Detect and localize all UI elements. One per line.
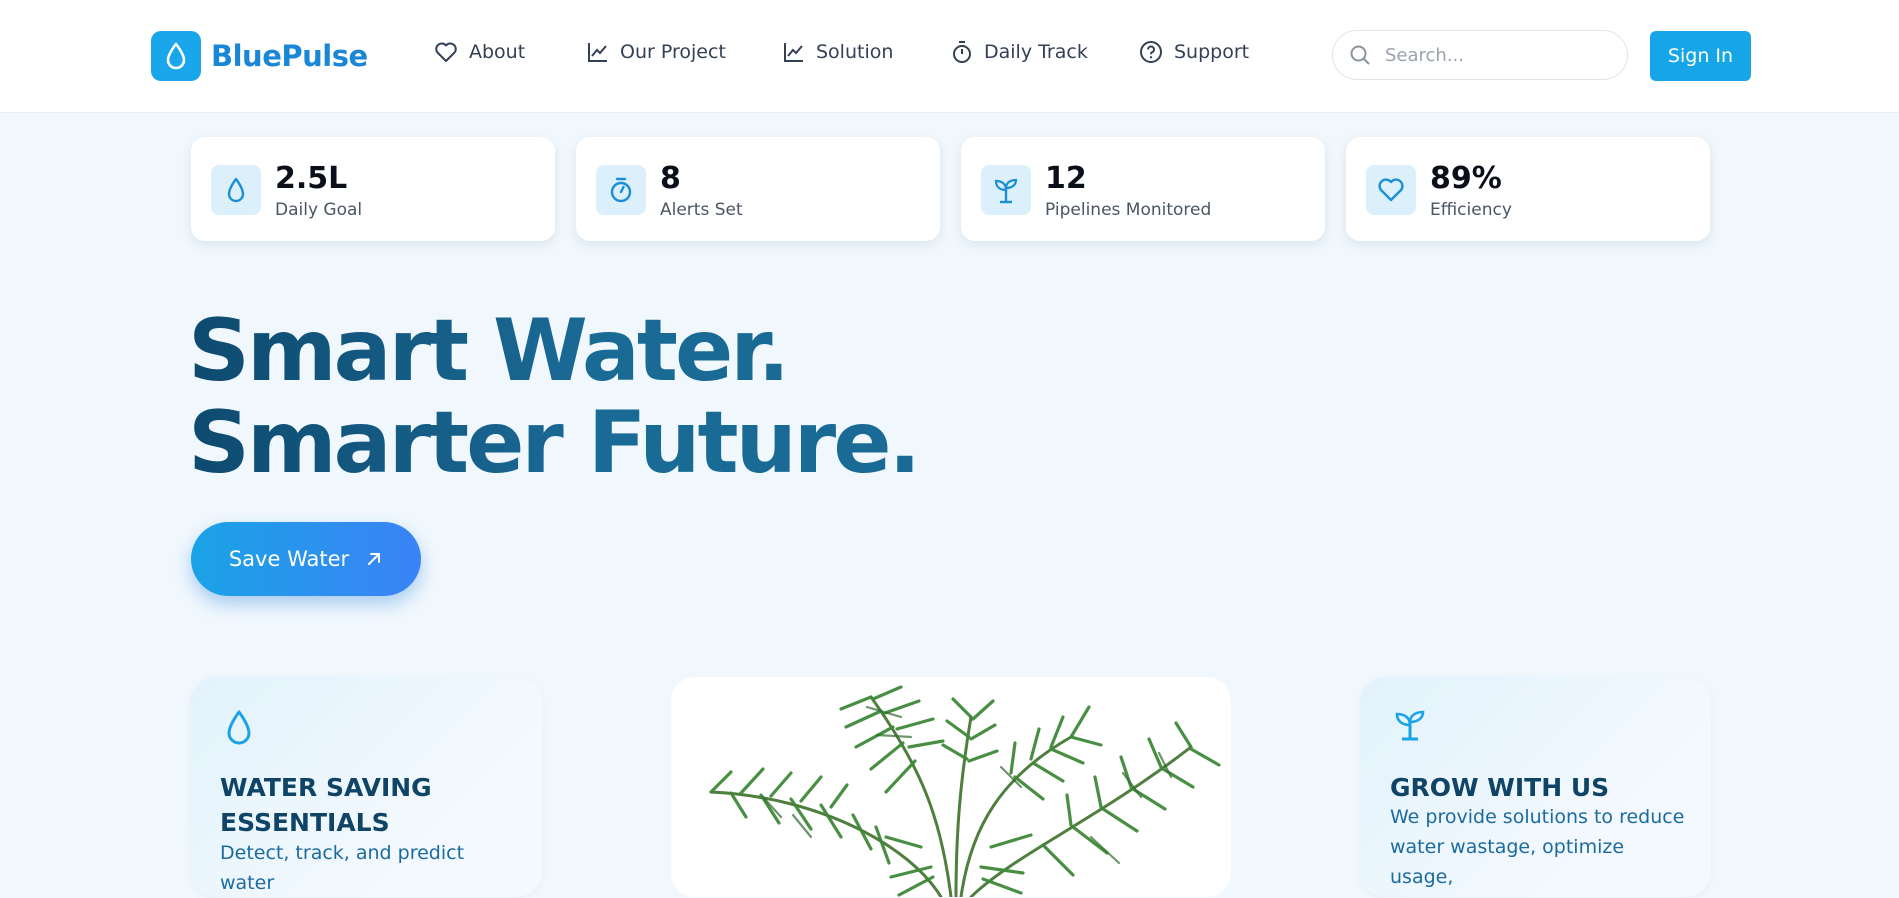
hero-heading-line-1: Smart Water. xyxy=(188,301,788,401)
stat-label: Alerts Set xyxy=(660,200,743,220)
stat-label: Efficiency xyxy=(1430,200,1512,220)
card-grow-with-us: GROW WITH US We provide solutions to red… xyxy=(1360,677,1711,897)
palm-plant-photo xyxy=(671,677,1231,897)
nav-label: Daily Track xyxy=(984,41,1088,63)
sign-in-button[interactable]: Sign In xyxy=(1650,31,1751,81)
card-title: GROW WITH US xyxy=(1390,773,1610,802)
card-text: Detect, track, and predict water xyxy=(220,842,465,894)
card-water-saving: WATER SAVING ESSENTIALS Detect, track, a… xyxy=(190,677,542,897)
card-title: WATER SAVING ESSENTIALS xyxy=(220,770,432,840)
brand-logo[interactable]: BluePulse xyxy=(151,31,368,81)
top-navbar: BluePulse About Our Project Solution Dai… xyxy=(0,0,1899,113)
cta-label: Save Water xyxy=(228,547,350,571)
card-text: We provide solutions to reduce water was… xyxy=(1390,802,1690,892)
stat-value: 8 xyxy=(660,161,681,196)
stopwatch-icon xyxy=(596,165,646,215)
stat-label: Daily Goal xyxy=(275,200,363,220)
card-text-line-2: water wastage, optimize usage, xyxy=(1390,836,1625,888)
nav-label: About xyxy=(469,41,526,63)
card-text-line-1: We provide solutions to reduce xyxy=(1390,806,1685,828)
brand-name: BluePulse xyxy=(211,39,368,73)
stopwatch-icon xyxy=(953,41,971,63)
water-drop-icon xyxy=(151,31,201,81)
stat-card-efficiency: 89% Efficiency xyxy=(1346,137,1710,241)
nav-item-solution[interactable]: Solution xyxy=(783,41,951,63)
nav-label: Solution xyxy=(816,41,894,63)
sprout-icon xyxy=(1395,710,1425,741)
search-box[interactable] xyxy=(1332,30,1628,80)
arrow-up-right-icon xyxy=(368,553,381,565)
stat-card-daily-goal: 2.5L Daily Goal xyxy=(191,137,555,241)
chart-line-icon xyxy=(588,43,607,62)
search-input[interactable] xyxy=(1383,43,1607,67)
nav-menu: About Our Project Solution Daily Track S… xyxy=(434,40,1249,64)
nav-item-daily-track[interactable]: Daily Track xyxy=(951,40,1139,64)
stat-value: 89% xyxy=(1430,161,1502,196)
nav-label: Our Project xyxy=(620,41,726,63)
water-drop-icon xyxy=(211,165,261,215)
water-drop-icon xyxy=(227,710,251,745)
card-title-line-1: WATER SAVING xyxy=(220,773,432,802)
hero-heading-line-2: Smarter Future. xyxy=(188,393,919,493)
chart-line-icon xyxy=(784,43,803,62)
help-circle-icon xyxy=(1140,41,1162,63)
search-icon xyxy=(1350,45,1370,65)
nav-item-about[interactable]: About xyxy=(434,41,587,63)
save-water-button[interactable]: Save Water xyxy=(191,522,421,596)
nav-label: Support xyxy=(1174,41,1250,63)
stat-card-pipelines: 12 Pipelines Monitored xyxy=(961,137,1325,241)
card-title-line-2: ESSENTIALS xyxy=(220,808,390,837)
stat-label: Pipelines Monitored xyxy=(1045,200,1212,220)
heart-icon xyxy=(435,42,457,62)
hero-heading: Smart Water. Smarter Future. xyxy=(188,305,918,489)
stat-value: 2.5L xyxy=(275,161,348,196)
stat-card-alerts-set: 8 Alerts Set xyxy=(576,137,940,241)
nav-item-our-project[interactable]: Our Project xyxy=(587,41,783,63)
sprout-icon xyxy=(981,165,1031,215)
heart-icon xyxy=(1366,165,1416,215)
stat-value: 12 xyxy=(1045,161,1087,196)
nav-item-support[interactable]: Support xyxy=(1139,40,1249,64)
